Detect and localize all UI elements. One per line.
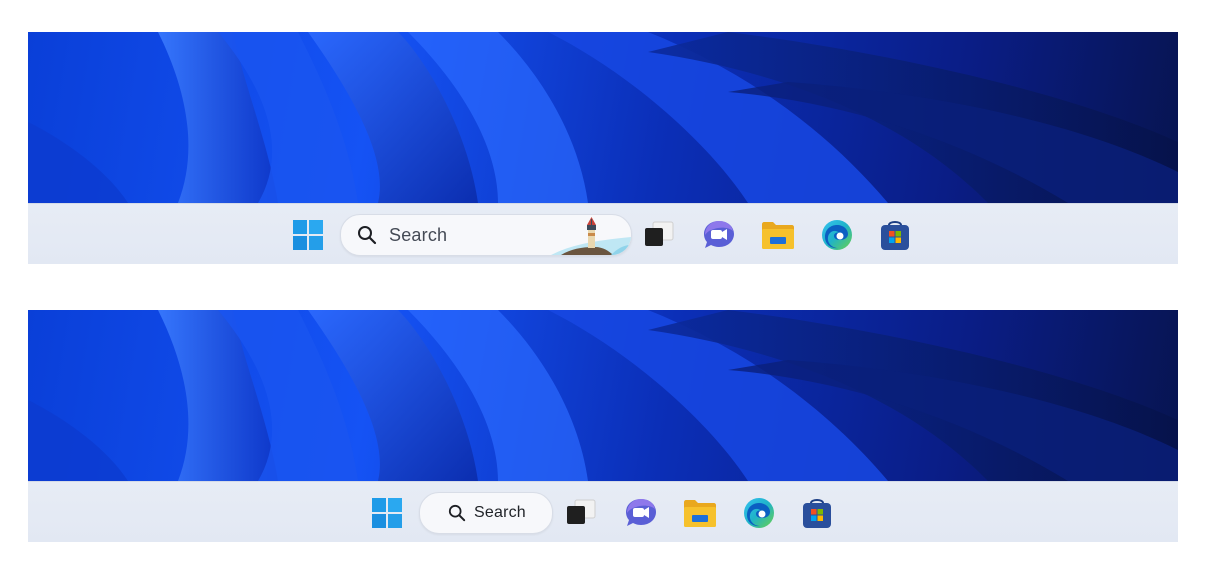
- taskbar: Search: [28, 481, 1178, 542]
- task-view-button[interactable]: [564, 496, 598, 530]
- bloom-wallpaper: [28, 310, 1178, 481]
- edge-button[interactable]: [742, 496, 776, 530]
- lighthouse-highlight-icon: [551, 215, 631, 255]
- task-view-icon: [567, 499, 596, 524]
- file-explorer-button[interactable]: [761, 218, 795, 252]
- chat-button[interactable]: [624, 496, 658, 530]
- file-explorer-icon: [684, 500, 716, 527]
- search-icon: [448, 504, 466, 522]
- file-explorer-icon: [762, 222, 794, 249]
- windows-start-icon: [372, 498, 402, 528]
- microsoft-store-icon: [803, 499, 831, 528]
- chat-button[interactable]: [702, 218, 736, 252]
- search-icon: [357, 225, 377, 245]
- edge-browser-icon: [744, 498, 774, 528]
- start-button[interactable]: [370, 496, 404, 530]
- start-button[interactable]: [291, 218, 325, 252]
- taskbar: Search: [28, 203, 1178, 264]
- desktop-preview-with-search-highlight: Search: [28, 32, 1178, 264]
- bloom-wallpaper: [28, 32, 1178, 203]
- task-view-button[interactable]: [642, 218, 676, 252]
- file-explorer-button[interactable]: [683, 496, 717, 530]
- teams-chat-icon: [704, 221, 734, 248]
- task-view-icon: [645, 221, 674, 246]
- windows-start-icon: [293, 220, 323, 250]
- search-placeholder: Search: [474, 504, 526, 521]
- search-box[interactable]: Search: [419, 492, 553, 534]
- microsoft-store-button[interactable]: [800, 496, 834, 530]
- microsoft-store-icon: [881, 221, 909, 250]
- edge-button[interactable]: [820, 218, 854, 252]
- microsoft-store-button[interactable]: [878, 218, 912, 252]
- search-box[interactable]: Search: [340, 214, 632, 256]
- edge-browser-icon: [822, 220, 852, 250]
- desktop-preview-compact-search: Search: [28, 310, 1178, 542]
- teams-chat-icon: [626, 499, 656, 526]
- search-placeholder: Search: [389, 224, 448, 245]
